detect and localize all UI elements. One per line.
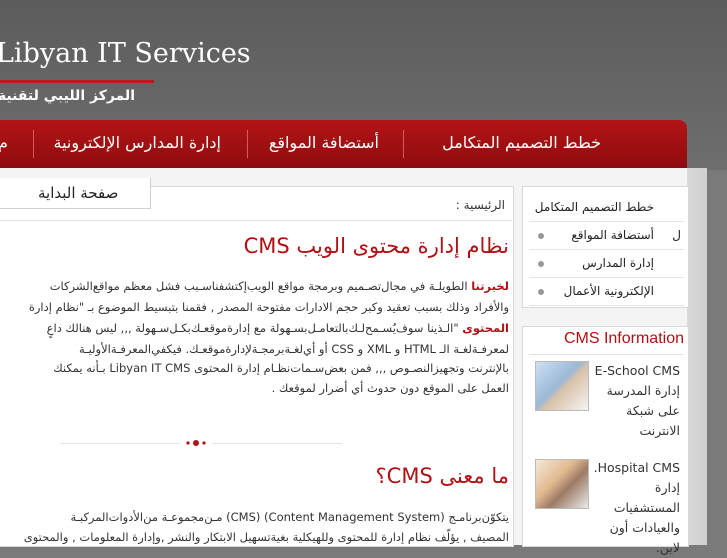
intro-line: والأفراد وذلك بسبب تعقيد وكبر حجم الادار…: [29, 297, 509, 317]
cms-info-title: CMS Information: [563, 330, 684, 347]
nav-item-partial[interactable]: م: [0, 120, 8, 168]
intro-bold: لخبرتنا: [471, 279, 509, 293]
section-divider: [60, 443, 180, 444]
cms-info-divider: [529, 354, 684, 355]
intro-line: العمل على الموقع دون حدوث أي أضرار لموقع…: [272, 378, 509, 398]
intro-text: لمعرفـةلغـة الـ HTML و XML و CSS أو أي‌ل…: [79, 342, 509, 356]
sidebar-item-integrated-design[interactable]: خطط التصميم المتكامل: [529, 194, 684, 222]
nav-item-integrated-design[interactable]: خطط التصميم المتكامل: [442, 120, 601, 168]
page-title: نظام إدارة محتوى الويب CMS: [243, 234, 509, 258]
intro-text: "الـذينا سوف‌يُسـمح‌لـك‌بالتعامـل‌بسـهول…: [46, 321, 463, 335]
main-nav: خطط التصميم المتكامل أستضافة المواقع إدا…: [0, 120, 687, 168]
intro-text: والأفراد وذلك بسبب تعقيد وكبر حجم الادار…: [28, 300, 509, 314]
brand-underline: [0, 80, 154, 83]
nav-item-school-management[interactable]: إدارة المدارس الإلكترونية: [54, 120, 222, 168]
section-line: المصيف , يؤلّف نظام إدارة للمحتوى وللهيك…: [24, 527, 509, 547]
intro-text: بالإنترنت وتجهيزالنصـوص ,,, فمن بعض‌سـما…: [53, 361, 509, 375]
brand-arabic-name: المركز الليبي لتقنية المعلومات: [0, 88, 135, 104]
nav-item-hosting[interactable]: أستضافة المواقع: [269, 120, 379, 168]
bullet-icon: [538, 233, 544, 239]
tab-home[interactable]: صفحة البداية: [38, 184, 118, 202]
breadcrumb[interactable]: الرئيسية :: [456, 198, 505, 212]
intro-text: العمل على الموقع دون حدوث أي أضرار لموقع…: [271, 381, 509, 395]
section-title: ما معنى CMS؟: [375, 464, 510, 488]
intro-line: لمعرفـةلغـة الـ HTML و XML و CSS أو أي‌ل…: [79, 339, 509, 359]
section-divider: [212, 443, 342, 444]
hospital-thumbnail[interactable]: [535, 459, 589, 509]
cms-entry-e-school[interactable]: E-School CMS إدارة المدرسة على شبكة الان…: [590, 361, 680, 441]
sidebar-item-partial-char: ل: [672, 228, 681, 242]
cms-entry-hospital[interactable]: Hospital CMS. إدارة المستشفيات والعيادات…: [590, 458, 680, 558]
section-text: يتكوّن‌برنامـج (Content Management Syste…: [70, 510, 509, 524]
nav-separator: [247, 130, 248, 158]
intro-bold: المحتوى: [462, 321, 509, 335]
sidebar-item-label: أستضافة المواقع: [571, 228, 654, 242]
nav-separator: [33, 130, 34, 158]
breadcrumb-divider: [0, 220, 512, 221]
sidebar-item-label: الإلكترونية الأعمال: [563, 284, 654, 298]
sidebar-item-e-business[interactable]: الإلكترونية الأعمال: [529, 278, 684, 306]
e-school-thumbnail[interactable]: [535, 361, 589, 411]
nav-separator: [403, 130, 404, 158]
bullet-icon: [538, 261, 544, 267]
sidebar-item-label: خطط التصميم المتكامل: [534, 200, 654, 214]
intro-line: لخبرتنا الطويلـة في مجال‌تصـميم وبرمجة م…: [50, 276, 509, 296]
sidebar-item-hosting[interactable]: أستضافة المواقع ل: [529, 222, 684, 250]
intro-line: المحتوى "الـذينا سوف‌يُسـمح‌لـك‌بالتعامـ…: [47, 318, 509, 338]
brand-title[interactable]: Libyan IT Services: [0, 38, 251, 69]
sidebar-item-schools[interactable]: إدارة المدارس: [529, 250, 684, 278]
section-text: المصيف , يؤلّف نظام إدارة للمحتوى وللهيك…: [23, 530, 509, 544]
intro-text: الطويلـة في مجال‌تصـميم وبرمجة مواقع الو…: [49, 279, 472, 293]
page-shadow: [687, 168, 707, 545]
divider-dots-icon: [186, 440, 206, 446]
intro-line: بالإنترنت وتجهيزالنصـوص ,,, فمن بعض‌سـما…: [53, 358, 509, 378]
section-line: يتكوّن‌برنامـج (Content Management Syste…: [70, 507, 509, 527]
bullet-icon: [538, 289, 544, 295]
sidebar-item-label: إدارة المدارس: [582, 256, 654, 270]
